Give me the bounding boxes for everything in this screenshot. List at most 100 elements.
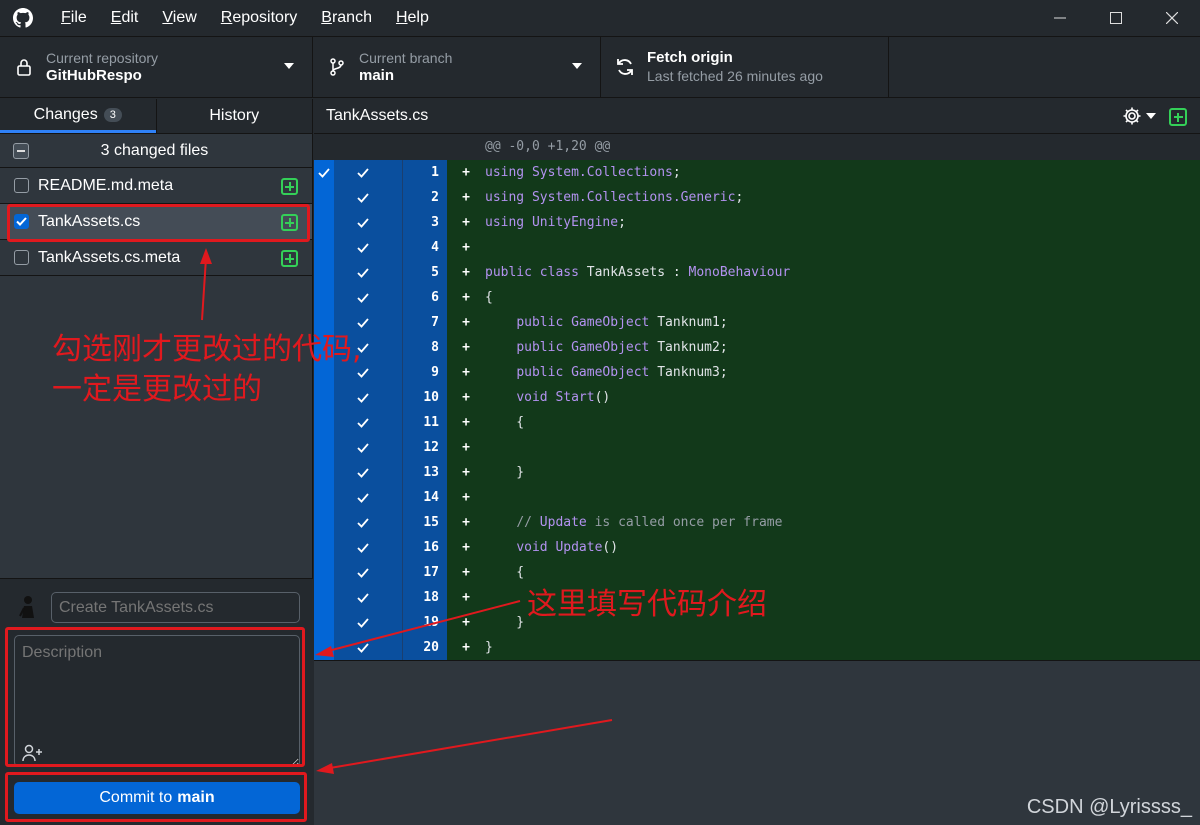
menu-help[interactable]: Help (384, 0, 441, 36)
code-line: + void Start() (447, 385, 1200, 410)
menu-view[interactable]: View (150, 0, 208, 36)
line-include-toggle[interactable] (334, 385, 402, 410)
diff-line[interactable]: 5 + public class TankAssets : MonoBehaviou… (314, 260, 1200, 285)
line-include-toggle[interactable] (334, 285, 402, 310)
file-checkbox[interactable] (14, 250, 29, 265)
checkmark-icon (357, 167, 369, 178)
menu-repository[interactable]: Repository (209, 0, 309, 36)
line-number: 7 (402, 310, 447, 335)
code-text: void Start() (516, 390, 611, 405)
diff-line[interactable]: 4 + (314, 235, 1200, 260)
line-include-toggle[interactable] (334, 260, 402, 285)
line-select-gutter[interactable] (314, 160, 334, 185)
minimize-button[interactable] (1032, 0, 1088, 36)
code-line: +} (447, 635, 1200, 660)
diff-line[interactable]: 2 + using System.Collections.Generic; (314, 185, 1200, 210)
line-select-gutter[interactable] (314, 460, 334, 485)
diff-line[interactable]: 13 + } (314, 460, 1200, 485)
tab-changes[interactable]: Changes 3 (0, 99, 156, 133)
line-select-gutter[interactable] (314, 285, 334, 310)
commit-summary-input[interactable] (51, 592, 300, 623)
line-include-toggle[interactable] (334, 210, 402, 235)
diff-line[interactable]: 3 + using UnityEngine; (314, 210, 1200, 235)
line-select-gutter[interactable] (314, 560, 334, 585)
line-include-toggle[interactable] (334, 635, 402, 660)
line-include-toggle[interactable] (334, 535, 402, 560)
line-number: 19 (402, 610, 447, 635)
code-text: { (485, 415, 525, 430)
line-include-toggle[interactable] (334, 185, 402, 210)
line-include-toggle[interactable] (334, 160, 402, 185)
line-select-gutter[interactable] (314, 435, 334, 460)
diff-line[interactable]: 10 + void Start() (314, 385, 1200, 410)
line-select-gutter[interactable] (314, 610, 334, 635)
line-include-toggle[interactable] (334, 410, 402, 435)
line-include-toggle[interactable] (334, 460, 402, 485)
line-select-gutter[interactable] (314, 485, 334, 510)
line-select-gutter[interactable] (314, 235, 334, 260)
line-number: 4 (402, 235, 447, 260)
code-text: public class TankAssets : MonoBehaviour (485, 265, 791, 280)
line-select-gutter[interactable] (314, 260, 334, 285)
line-select-gutter[interactable] (314, 385, 334, 410)
diff-line[interactable]: 20 +} (314, 635, 1200, 660)
file-name: README.md.meta (38, 176, 174, 194)
file-checkbox[interactable] (14, 178, 29, 193)
line-select-gutter[interactable] (314, 410, 334, 435)
line-include-toggle[interactable] (334, 510, 402, 535)
added-marker: + (462, 640, 470, 655)
line-number: 17 (402, 560, 447, 585)
line-number: 18 (402, 585, 447, 610)
line-include-toggle[interactable] (334, 610, 402, 635)
line-select-gutter[interactable] (314, 510, 334, 535)
branch-label: Current branch (359, 50, 453, 66)
line-select-gutter[interactable] (314, 535, 334, 560)
line-include-toggle[interactable] (334, 585, 402, 610)
tab-history[interactable]: History (155, 99, 313, 133)
menu-file[interactable]: File (49, 0, 99, 36)
checkmark-icon (357, 317, 369, 328)
close-button[interactable] (1144, 0, 1200, 36)
line-number: 10 (402, 385, 447, 410)
diff-line[interactable]: 16 + void Update() (314, 535, 1200, 560)
line-include-toggle[interactable] (334, 435, 402, 460)
diff-line[interactable]: 8 + public GameObject Tanknum2; (314, 335, 1200, 360)
file-row[interactable]: README.md.meta (0, 168, 312, 204)
diff-line[interactable]: 15 + // Update is called once per frame (314, 510, 1200, 535)
line-select-gutter[interactable] (314, 210, 334, 235)
line-number: 1 (402, 160, 447, 185)
line-include-toggle[interactable] (334, 485, 402, 510)
select-all-checkbox[interactable] (13, 142, 29, 159)
code-line: + { (447, 560, 1200, 585)
menu-branch[interactable]: Branch (309, 0, 384, 36)
fetch-origin-button[interactable]: Fetch origin Last fetched 26 minutes ago (601, 37, 889, 97)
chevron-down-icon (1146, 113, 1156, 119)
diff-options-button[interactable] (1122, 106, 1156, 126)
code-line: + (447, 435, 1200, 460)
diff-line[interactable]: 11 + { (314, 410, 1200, 435)
diff-line[interactable]: 6 +{ (314, 285, 1200, 310)
diff-line[interactable]: 7 + public GameObject Tanknum1; (314, 310, 1200, 335)
current-repository-dropdown[interactable]: Current repository GitHubRespo (0, 37, 313, 97)
line-include-toggle[interactable] (334, 560, 402, 585)
diff-line[interactable]: 17 + { (314, 560, 1200, 585)
checkmark-icon (357, 517, 369, 528)
diff-line[interactable]: 12 + (314, 435, 1200, 460)
repository-name: GitHubRespo (46, 67, 142, 84)
line-include-toggle[interactable] (334, 235, 402, 260)
line-number: 3 (402, 210, 447, 235)
menu-edit[interactable]: Edit (99, 0, 151, 36)
line-select-gutter[interactable] (314, 185, 334, 210)
maximize-button[interactable] (1088, 0, 1144, 36)
line-select-gutter[interactable] (314, 635, 334, 660)
changes-count-badge: 3 (103, 107, 122, 122)
diff-line[interactable]: 9 + public GameObject Tanknum3; (314, 360, 1200, 385)
added-marker: + (462, 265, 470, 280)
avatar (17, 594, 39, 620)
line-select-gutter[interactable] (314, 585, 334, 610)
current-branch-dropdown[interactable]: Current branch main (313, 37, 601, 97)
diff-line[interactable]: 1 + using System.Collections; (314, 160, 1200, 185)
file-row[interactable]: TankAssets.cs.meta (0, 240, 312, 276)
fetch-subtitle: Last fetched 26 minutes ago (647, 68, 823, 84)
diff-line[interactable]: 14 + (314, 485, 1200, 510)
